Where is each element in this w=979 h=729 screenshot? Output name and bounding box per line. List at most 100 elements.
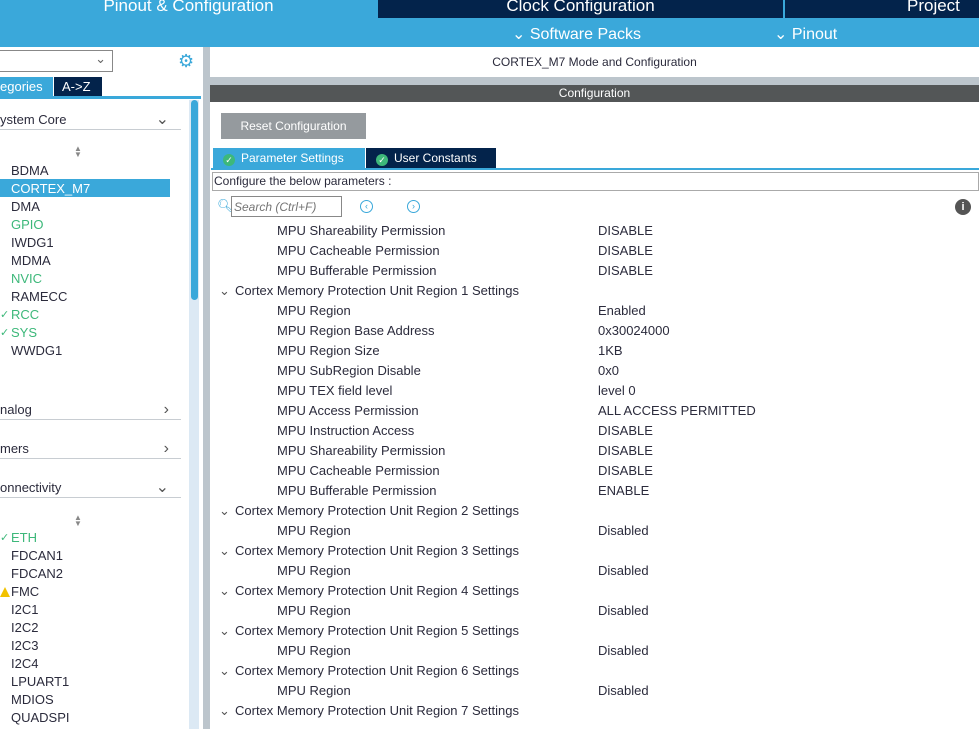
chevron-down-icon: ⌄ <box>155 111 169 128</box>
parameter-value[interactable]: Disabled <box>598 521 649 541</box>
parameter-name: MPU Cacheable Permission <box>277 463 440 478</box>
tab-categories[interactable]: egories <box>0 77 53 96</box>
tab-parameter-settings[interactable]: ✓ Parameter Settings <box>213 148 365 168</box>
group-header[interactable]: Cortex Memory Protection Unit Region 7 S… <box>235 701 519 721</box>
category-header[interactable]: onnectivity ⌄ <box>0 478 181 498</box>
scrollbar-track[interactable] <box>189 100 199 729</box>
parameter-name: MPU Bufferable Permission <box>277 263 437 278</box>
parameter-value[interactable]: ENABLE <box>598 481 649 501</box>
sidebar-item[interactable]: MDIOS <box>11 691 54 709</box>
sidebar-item[interactable]: QUADSPI <box>11 709 70 727</box>
splitter[interactable] <box>203 47 210 729</box>
category-header[interactable]: nalog › <box>0 400 181 420</box>
group-header[interactable]: Cortex Memory Protection Unit Region 2 S… <box>235 501 519 521</box>
sidebar-item[interactable]: ETH <box>11 529 37 547</box>
next-result-icon[interactable]: › <box>407 200 420 213</box>
scrollbar-thumb[interactable] <box>191 100 198 300</box>
tab-user-constants[interactable]: ✓ User Constants <box>366 148 496 168</box>
sort-icon[interactable]: ▲ ▼ <box>74 514 82 528</box>
parameter-value[interactable]: DISABLE <box>598 261 653 281</box>
group-header[interactable]: Cortex Memory Protection Unit Region 3 S… <box>235 541 519 561</box>
parameter-value[interactable]: 1KB <box>598 341 623 361</box>
info-icon[interactable]: i <box>955 199 971 215</box>
sidebar-item[interactable]: CORTEX_M7 <box>11 180 90 198</box>
group-header[interactable]: Cortex Memory Protection Unit Region 4 S… <box>235 581 519 601</box>
sidebar-item[interactable]: I2C1 <box>11 601 38 619</box>
sidebar-item[interactable]: I2C2 <box>11 619 38 637</box>
search-dropdown[interactable]: ⌄ <box>0 50 113 72</box>
parameter-value[interactable]: DISABLE <box>598 221 653 241</box>
parameter-value[interactable]: Enabled <box>598 301 646 321</box>
parameter-value[interactable]: ALL ACCESS PERMITTED <box>598 401 756 421</box>
sidebar-item[interactable]: WWDG1 <box>11 342 62 360</box>
sidebar-item[interactable]: LPUART1 <box>11 673 69 691</box>
parameter-name: MPU Region <box>277 603 351 618</box>
previous-result-icon[interactable]: ‹ <box>360 200 373 213</box>
parameter-value[interactable]: DISABLE <box>598 441 653 461</box>
sidebar-item[interactable]: FMC <box>11 583 39 601</box>
sidebar-item[interactable]: RCC <box>11 306 39 324</box>
category-header[interactable]: ystem Core ⌄ <box>0 110 181 130</box>
software-packs-menu[interactable]: ⌄ Software Packs <box>512 24 641 44</box>
group-header[interactable]: Cortex Memory Protection Unit Region 1 S… <box>235 281 519 301</box>
parameter-value[interactable]: 0x0 <box>598 361 619 381</box>
parameter-name: MPU Region Size <box>277 343 380 358</box>
sidebar-item[interactable]: FDCAN2 <box>11 565 63 583</box>
chevron-right-icon: › <box>163 440 169 457</box>
configuration-header: Configuration <box>210 85 979 102</box>
category-label: ystem Core <box>0 112 67 127</box>
check-icon: ✓ <box>0 327 10 339</box>
parameter-value[interactable]: DISABLE <box>598 421 653 441</box>
parameter-value[interactable]: Disabled <box>598 601 649 621</box>
chevron-down-icon[interactable]: ⌄ <box>219 541 230 561</box>
tab-clock-configuration[interactable]: Clock Configuration <box>378 0 783 18</box>
warning-icon <box>0 587 10 597</box>
tab-a-z[interactable]: A->Z <box>54 77 102 96</box>
parameter-name: MPU Region <box>277 523 351 538</box>
sidebar-item[interactable]: GPIO <box>11 216 44 234</box>
parameter-name: MPU Region <box>277 303 351 318</box>
sort-icon[interactable]: ▲ ▼ <box>74 145 82 159</box>
sidebar-item[interactable]: IWDG1 <box>11 234 54 252</box>
sidebar-item[interactable]: BDMA <box>11 162 49 180</box>
category-label: onnectivity <box>0 480 62 495</box>
parameter-value[interactable]: Disabled <box>598 641 649 661</box>
parameter-value[interactable]: level 0 <box>598 381 636 401</box>
sidebar-item[interactable]: I2C3 <box>11 637 38 655</box>
search-input[interactable] <box>231 196 342 217</box>
parameter-value[interactable]: Disabled <box>598 681 649 701</box>
parameter-value[interactable]: Disabled <box>598 561 649 581</box>
parameter-name: MPU Cacheable Permission <box>277 243 440 258</box>
parameter-name: MPU Access Permission <box>277 403 419 418</box>
parameter-value[interactable]: 0x30024000 <box>598 321 670 341</box>
chevron-down-icon: ⌄ <box>155 479 169 496</box>
sidebar-item[interactable]: SYS <box>11 324 37 342</box>
tab-pinout-configuration[interactable]: Pinout & Configuration <box>0 0 377 18</box>
pinout-menu[interactable]: ⌄ Pinout <box>774 24 837 44</box>
sidebar-item[interactable]: NVIC <box>11 270 42 288</box>
sidebar-item[interactable]: FDCAN1 <box>11 547 63 565</box>
check-icon: ✓ <box>223 154 235 166</box>
chevron-down-icon[interactable]: ⌄ <box>219 281 230 301</box>
chevron-down-icon[interactable]: ⌄ <box>219 581 230 601</box>
gear-icon[interactable]: ⚙ <box>178 51 194 72</box>
sidebar-item[interactable]: I2C4 <box>11 655 38 673</box>
parameter-value[interactable]: DISABLE <box>598 241 653 261</box>
component-sidebar: ⌄ ⚙ egories A->Z ystem Core ⌄ nalog › mers › o… <box>0 47 203 729</box>
sidebar-item[interactable]: DMA <box>11 198 40 216</box>
chevron-down-icon[interactable]: ⌄ <box>219 501 230 521</box>
parameter-value[interactable]: DISABLE <box>598 461 653 481</box>
sidebar-item[interactable]: RAMECC <box>11 288 67 306</box>
sidebar-item[interactable]: MDMA <box>11 252 51 270</box>
group-header[interactable]: Cortex Memory Protection Unit Region 6 S… <box>235 661 519 681</box>
chevron-down-icon[interactable]: ⌄ <box>219 701 230 721</box>
parameter-name: MPU Region <box>277 683 351 698</box>
chevron-down-icon[interactable]: ⌄ <box>219 661 230 681</box>
group-header[interactable]: Cortex Memory Protection Unit Region 5 S… <box>235 621 519 641</box>
tab-label: User Constants <box>394 151 477 165</box>
reset-configuration-button[interactable]: Reset Configuration <box>221 113 366 139</box>
category-header[interactable]: mers › <box>0 439 181 459</box>
chevron-down-icon[interactable]: ⌄ <box>219 621 230 641</box>
software-packs-label: Software Packs <box>529 26 642 43</box>
tab-project[interactable]: Project <box>785 0 979 18</box>
